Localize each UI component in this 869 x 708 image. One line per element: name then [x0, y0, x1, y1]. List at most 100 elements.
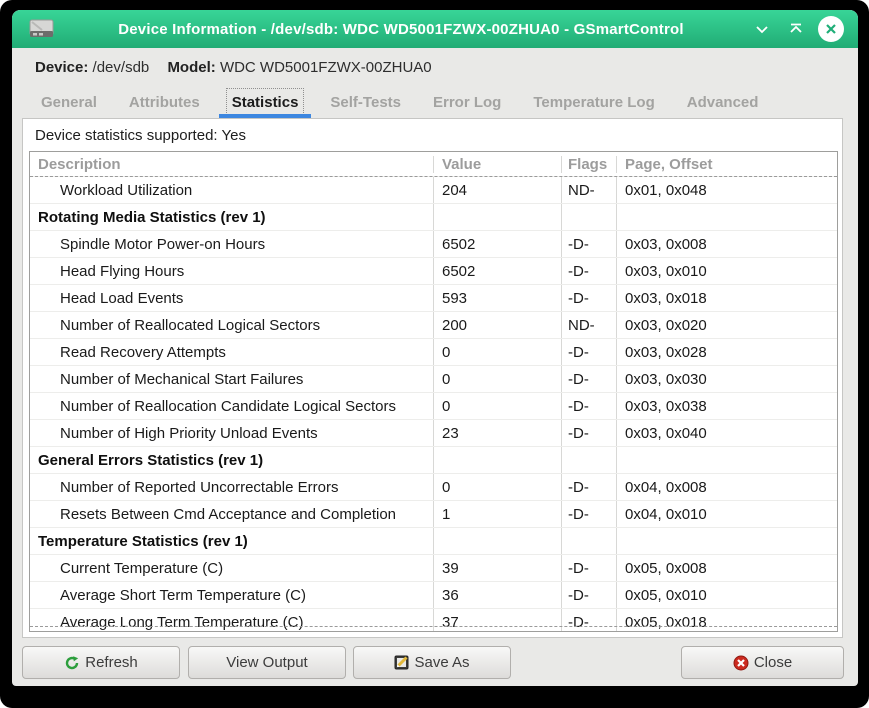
row-flags: [561, 528, 616, 554]
table-section-row[interactable]: Rotating Media Statistics (rev 1): [30, 203, 837, 230]
row-flags: -D-: [561, 474, 616, 500]
save-as-button-label: Save As: [414, 654, 469, 671]
gsmartcontrol-window: Device Information - /dev/sdb: WDC WD500…: [12, 10, 858, 686]
row-flags: -D-: [561, 366, 616, 392]
row-value: 200: [433, 312, 561, 338]
table-row[interactable]: Head Flying Hours6502-D-0x03, 0x010: [30, 257, 837, 284]
row-flags: -D-: [561, 555, 616, 581]
stats-table-rows: Workload Utilization204ND-0x01, 0x048 Rot…: [30, 176, 837, 631]
table-row[interactable]: Spindle Motor Power-on Hours6502-D-0x03,…: [30, 230, 837, 257]
tab-temperature-log[interactable]: Temperature Log: [520, 86, 667, 118]
focus-dash-bottom: [30, 626, 837, 627]
row-page-offset: [616, 204, 837, 230]
row-description: Head Load Events: [30, 290, 433, 307]
close-button[interactable]: Close: [681, 646, 844, 679]
tab-statistics[interactable]: Statistics: [219, 86, 312, 118]
row-flags: ND-: [561, 312, 616, 338]
column-header-description[interactable]: Description: [30, 156, 433, 173]
refresh-button-label: Refresh: [85, 654, 138, 671]
row-value: 37: [433, 609, 561, 631]
window-controls: [750, 16, 858, 42]
column-header-flags[interactable]: Flags: [561, 156, 616, 173]
column-header-page-offset[interactable]: Page, Offset: [616, 156, 837, 173]
close-button-label: Close: [754, 654, 792, 671]
row-description: Temperature Statistics (rev 1): [30, 533, 433, 550]
close-icon: [733, 655, 749, 671]
focus-dash-top: [30, 176, 837, 177]
tab-attributes[interactable]: Attributes: [116, 86, 213, 118]
save-as-icon: [394, 655, 409, 670]
row-value: [433, 447, 561, 473]
table-row[interactable]: Workload Utilization204ND-0x01, 0x048: [30, 176, 837, 203]
model-value: WDC WD5001FZWX-00ZHUA0: [220, 59, 432, 76]
table-row[interactable]: Average Long Term Temperature (C)37-D-0x…: [30, 608, 837, 631]
model-label: Model:: [167, 59, 215, 76]
row-page-offset: 0x04, 0x008: [616, 474, 837, 500]
row-description: Head Flying Hours: [30, 263, 433, 280]
device-info-line: Device: /dev/sdb Model: WDC WD5001FZWX-0…: [35, 59, 446, 76]
row-value: [433, 528, 561, 554]
table-row[interactable]: Number of Reported Uncorrectable Errors0…: [30, 473, 837, 500]
table-row[interactable]: Head Load Events593-D-0x03, 0x018: [30, 284, 837, 311]
table-row[interactable]: Number of High Priority Unload Events23-…: [30, 419, 837, 446]
row-description: Average Long Term Temperature (C): [30, 614, 433, 631]
column-header-value[interactable]: Value: [433, 156, 561, 173]
row-description: Rotating Media Statistics (rev 1): [30, 209, 433, 226]
tab-self-tests[interactable]: Self-Tests: [317, 86, 414, 118]
row-page-offset: 0x05, 0x018: [616, 609, 837, 631]
row-value: 593: [433, 285, 561, 311]
table-row[interactable]: Average Short Term Temperature (C)36-D-0…: [30, 581, 837, 608]
device-label: Device:: [35, 59, 88, 76]
row-page-offset: [616, 528, 837, 554]
row-page-offset: 0x03, 0x028: [616, 339, 837, 365]
tab-bar: General Attributes Statistics Self-TestsErr…: [28, 86, 842, 118]
row-description: Resets Between Cmd Acceptance and Comple…: [30, 506, 433, 523]
row-flags: -D-: [561, 339, 616, 365]
row-description: Current Temperature (C): [30, 560, 433, 577]
maximize-button[interactable]: [784, 17, 808, 41]
minimize-button[interactable]: [750, 17, 774, 41]
row-value: 6502: [433, 258, 561, 284]
view-output-button[interactable]: View Output: [188, 646, 346, 679]
statistics-panel: Device statistics supported: Yes Descrip…: [22, 118, 843, 638]
row-flags: ND-: [561, 177, 616, 203]
row-flags: -D-: [561, 582, 616, 608]
row-description: Number of Reallocated Logical Sectors: [30, 317, 433, 334]
table-row[interactable]: Number of Mechanical Start Failures0-D-0…: [30, 365, 837, 392]
save-as-button[interactable]: Save As: [353, 646, 511, 679]
table-row[interactable]: Number of Reallocation Candidate Logical…: [30, 392, 837, 419]
refresh-icon: [64, 655, 80, 671]
row-page-offset: 0x03, 0x040: [616, 420, 837, 446]
row-flags: -D-: [561, 420, 616, 446]
row-description: Number of Reallocation Candidate Logical…: [30, 398, 433, 415]
row-value: 1: [433, 501, 561, 527]
tab-label: Advanced: [687, 94, 759, 111]
row-value: 36: [433, 582, 561, 608]
table-row[interactable]: Current Temperature (C)39-D-0x05, 0x008: [30, 554, 837, 581]
tab-label: Statistics: [232, 94, 299, 111]
table-section-row[interactable]: Temperature Statistics (rev 1): [30, 527, 837, 554]
row-page-offset: 0x03, 0x030: [616, 366, 837, 392]
table-section-row[interactable]: General Errors Statistics (rev 1): [30, 446, 837, 473]
tab-general[interactable]: General: [28, 86, 110, 118]
row-flags: [561, 447, 616, 473]
supported-status-text: Device statistics supported: Yes: [35, 127, 246, 144]
row-page-offset: [616, 447, 837, 473]
tab-error-log[interactable]: Error Log: [420, 86, 514, 118]
row-value: 0: [433, 393, 561, 419]
close-window-button[interactable]: [818, 16, 844, 42]
statistics-table: Description Value Flags Page, Offset Wor…: [29, 151, 838, 632]
table-row[interactable]: Number of Reallocated Logical Sectors200…: [30, 311, 837, 338]
view-output-button-label: View Output: [226, 654, 307, 671]
refresh-button[interactable]: Refresh: [22, 646, 180, 679]
table-row[interactable]: Resets Between Cmd Acceptance and Comple…: [30, 500, 837, 527]
row-page-offset: 0x03, 0x018: [616, 285, 837, 311]
row-description: Workload Utilization: [30, 182, 433, 199]
row-description: Number of Mechanical Start Failures: [30, 371, 433, 388]
row-value: 39: [433, 555, 561, 581]
tab-label: General: [41, 94, 97, 111]
tab-advanced[interactable]: Advanced: [674, 86, 772, 118]
row-page-offset: 0x03, 0x020: [616, 312, 837, 338]
table-row[interactable]: Read Recovery Attempts0-D-0x03, 0x028: [30, 338, 837, 365]
device-value: /dev/sdb: [93, 59, 150, 76]
